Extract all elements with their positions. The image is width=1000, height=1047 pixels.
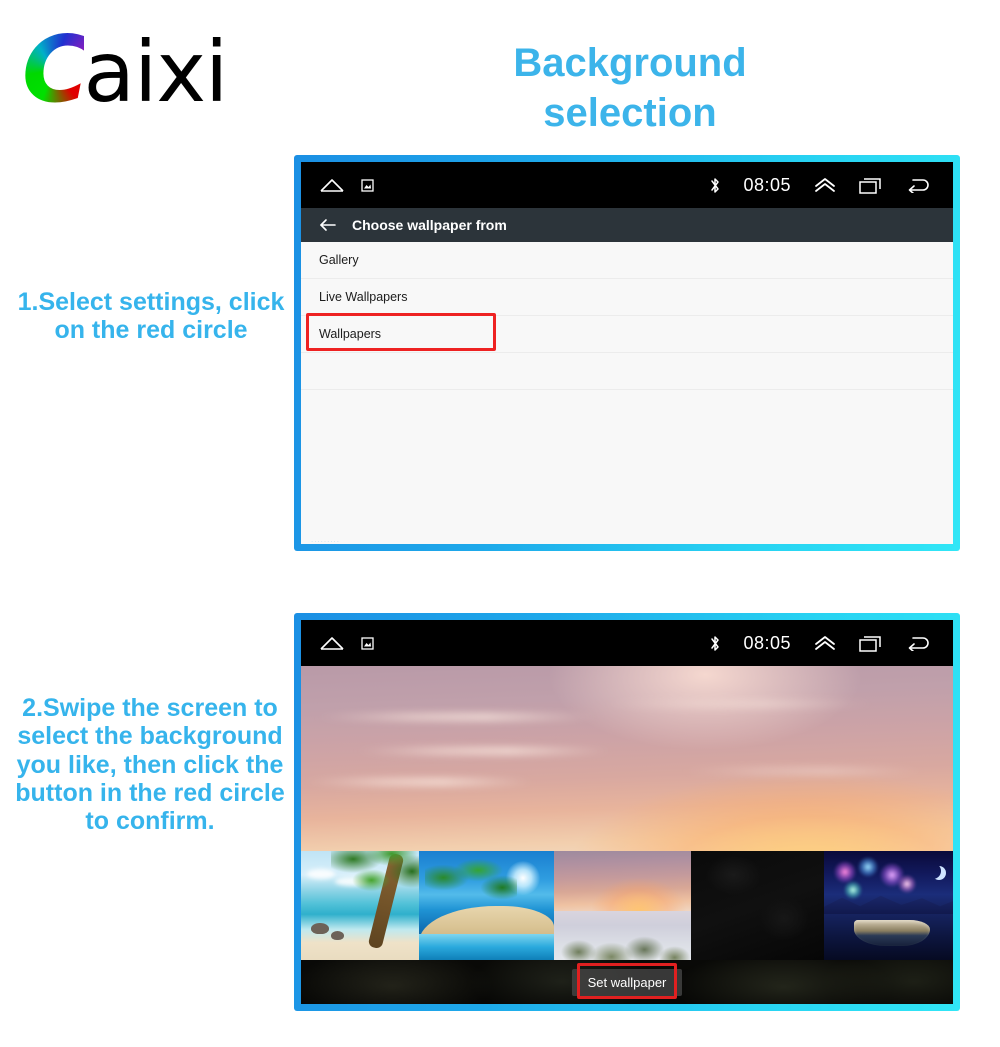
bluetooth-icon	[709, 176, 721, 195]
chevron-up-icon[interactable]	[813, 177, 837, 193]
status-bar-clock: 08:05	[743, 174, 791, 195]
boat	[854, 920, 930, 946]
thumbnail-tropical-beach-palm[interactable]	[301, 851, 419, 960]
wallpaper-source-list: Gallery Live Wallpapers Wallpapers .....…	[301, 242, 953, 544]
list-item-gallery[interactable]: Gallery	[301, 242, 953, 279]
thumbnail-dark-black-wallpaper[interactable]	[691, 851, 824, 960]
step-1-caption: 1.Select settings, click on the red circ…	[17, 288, 285, 345]
android-screen-1: 08:05 Choose wallpaper from Gallery Live…	[301, 162, 953, 544]
sdcard-icon[interactable]	[361, 636, 374, 650]
page-title: Background selection	[400, 38, 860, 138]
chevron-up-icon[interactable]	[813, 635, 837, 651]
device-screenshot-1: 08:05 Choose wallpaper from Gallery Live…	[294, 155, 960, 551]
moon-icon	[925, 863, 941, 879]
rock	[311, 923, 329, 934]
bluetooth-icon	[709, 634, 721, 653]
back-icon[interactable]	[906, 177, 931, 193]
list-item-wallpapers[interactable]: Wallpapers	[301, 316, 953, 353]
firework	[834, 861, 856, 883]
thumb-rocks	[554, 920, 691, 960]
water	[419, 934, 554, 960]
wallpaper-thumbnail-strip[interactable]	[301, 851, 953, 960]
chooser-title: Choose wallpaper from	[352, 217, 507, 233]
logo-wordmark: aixi	[83, 23, 229, 121]
step-2-caption: 2.Swipe the screen to select the backgro…	[15, 694, 285, 835]
android-screen-2: 08:05 Set wallpaper	[301, 620, 953, 1004]
thumb-sky	[554, 851, 691, 911]
status-bar-right-icons: 08:05	[709, 175, 931, 196]
thumbnail-sunset-seascape-rocks[interactable]	[554, 851, 691, 960]
firework	[898, 875, 916, 893]
page-header: C aixi Background selection	[0, 0, 1000, 150]
recents-icon[interactable]	[859, 177, 884, 194]
page-title-line-1: Background	[513, 41, 747, 85]
cloud-streak	[301, 777, 536, 786]
home-icon[interactable]	[319, 177, 345, 193]
thumb-bg	[691, 851, 824, 960]
status-bar-right-icons: 08:05	[709, 633, 931, 654]
page-title-line-2: selection	[543, 91, 717, 135]
sdcard-icon[interactable]	[361, 178, 374, 192]
list-item-label: Wallpapers	[319, 327, 382, 341]
list-item-live-wallpapers[interactable]: Live Wallpapers	[301, 279, 953, 316]
set-wallpaper-button[interactable]: Set wallpaper	[571, 968, 683, 996]
thumbnail-palm-island-blue-sea[interactable]	[419, 851, 554, 960]
chooser-title-bar: Choose wallpaper from	[301, 208, 953, 242]
preview-bottom-bar: Set wallpaper	[301, 960, 953, 1004]
recents-icon[interactable]	[859, 635, 884, 652]
list-item-label: Gallery	[319, 253, 359, 267]
status-bar-left-icons	[319, 177, 374, 193]
list-item-label: Live Wallpapers	[319, 290, 408, 304]
back-icon[interactable]	[906, 635, 931, 651]
list-empty-row	[301, 353, 953, 390]
status-bar-clock: 08:05	[743, 632, 791, 653]
cloud-streak	[600, 699, 875, 708]
palm-fronds	[331, 851, 419, 933]
thumbnail-night-fireworks-lake-boat[interactable]	[824, 851, 953, 960]
device-screenshot-2: 08:05 Set wallpaper	[294, 613, 960, 1011]
status-bar-left-icons	[319, 635, 374, 651]
logo-letter-c: C	[22, 16, 89, 123]
arrow-left-icon[interactable]	[319, 218, 336, 232]
status-bar-1: 08:05	[301, 162, 953, 208]
brand-logo: C aixi	[22, 16, 229, 123]
firework	[858, 857, 878, 877]
home-icon[interactable]	[319, 635, 345, 651]
wallpaper-preview-area[interactable]: Set wallpaper	[301, 666, 953, 1004]
firework	[844, 881, 862, 899]
faint-bottom-text: .........	[311, 535, 341, 544]
status-bar-2: 08:05	[301, 620, 953, 666]
